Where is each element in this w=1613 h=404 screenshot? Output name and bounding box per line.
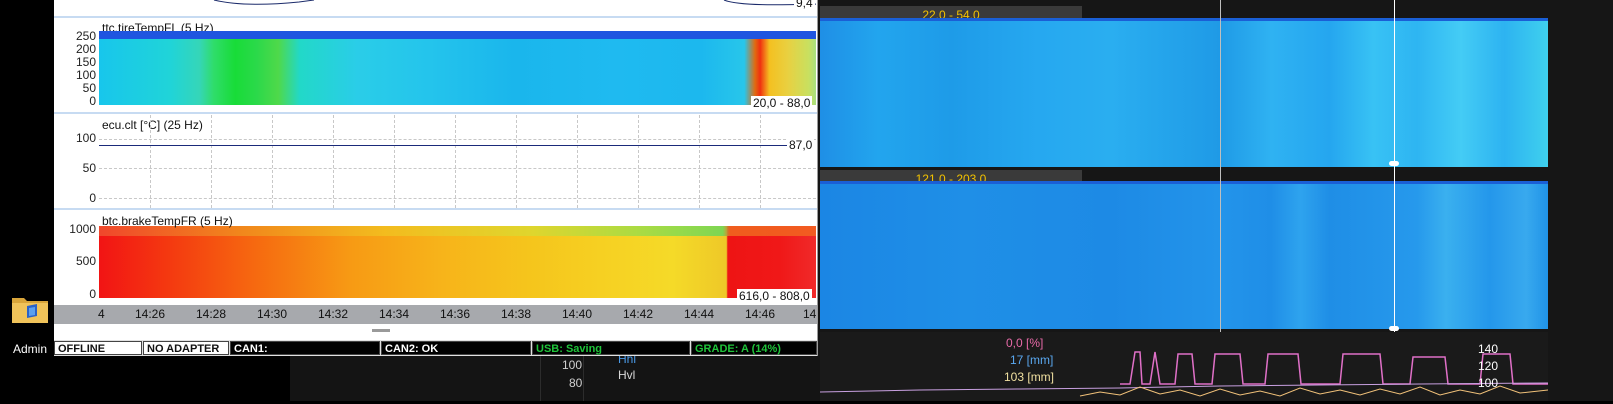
status-offline: OFFLINE <box>54 341 142 355</box>
desktop-admin-shortcut[interactable]: Admin <box>6 292 54 356</box>
status-adapter: NO ADAPTER <box>143 341 229 355</box>
grid-line <box>516 115 517 208</box>
bg-line-chart <box>819 332 1549 401</box>
time-tick: 14:34 <box>379 307 410 321</box>
time-tick: 14:46 <box>745 307 776 321</box>
y-tick: 250 <box>75 29 96 43</box>
status-grade: GRADE: A (14%) <box>691 341 817 355</box>
time-tick: 14:28 <box>196 307 227 321</box>
telemetry-window: 9,4 ttc.tireTempFL (5 Hz) 250 200 150 10… <box>54 0 820 356</box>
desktop-icon-label: Admin <box>12 342 47 356</box>
bg-readout-mm-2: 103 [mm] <box>1004 370 1055 384</box>
y-tick: 0 <box>89 191 96 205</box>
grid-line <box>638 115 639 208</box>
brake-temp-range: 616,0 - 808,0 <box>737 289 812 303</box>
y-tick: 50 <box>82 81 96 95</box>
y-tick: 50 <box>82 161 96 175</box>
time-tick: 14:40 <box>562 307 593 321</box>
panel-separator[interactable] <box>54 16 817 18</box>
status-bar: OFFLINE NO ADAPTER CAN1: CAN2: OK USB: S… <box>54 340 817 356</box>
status-can2: CAN2: OK <box>381 341 531 355</box>
grid-line <box>211 115 212 208</box>
y-tick: 150 <box>75 55 96 69</box>
grid-line <box>99 198 816 199</box>
bg-right-tick: 140 <box>1478 342 1499 356</box>
bg-readout-percent: 0,0 [%] <box>1006 336 1044 350</box>
time-tick: 14:32 <box>318 307 349 321</box>
top-strip-plot <box>99 0 820 16</box>
grid-line <box>760 115 761 208</box>
y-tick: 100 <box>75 131 96 145</box>
cursor-handle[interactable] <box>1389 326 1399 331</box>
grid-line <box>99 139 816 140</box>
time-tick: 4 <box>98 307 105 321</box>
y-tick: 0 <box>89 94 96 108</box>
y-tick: 100 <box>75 68 96 82</box>
brake-temp-title: btc.brakeTempFR (5 Hz) <box>102 214 233 228</box>
y-tick: 500 <box>75 254 96 268</box>
time-tick: 14:44 <box>684 307 715 321</box>
bg-left-tick: 80 <box>569 376 583 390</box>
y-tick: 200 <box>75 42 96 56</box>
time-tick: 14:30 <box>257 307 288 321</box>
cursor-handle[interactable] <box>1389 161 1399 166</box>
bg-legend-hvl: Hvl <box>618 368 636 382</box>
resize-grip-icon[interactable] <box>372 329 390 332</box>
tire-temp-range: 20,0 - 88,0 <box>751 96 813 110</box>
grid-line <box>99 168 816 169</box>
grid-line <box>150 115 151 208</box>
tire-temp-heatmap[interactable] <box>99 32 816 105</box>
time-tick: 14 <box>803 307 817 321</box>
bg-right-tick: 100 <box>1478 376 1499 390</box>
time-tick: 14:42 <box>623 307 654 321</box>
time-tick: 14:36 <box>440 307 471 321</box>
grid-line <box>333 115 334 208</box>
bg-left-tick: 100 <box>562 358 583 372</box>
top-strip-value: 9,4 <box>794 0 815 10</box>
grid-line <box>455 115 456 208</box>
y-tick: 1000 <box>69 222 96 236</box>
y-tick: 0 <box>89 287 96 301</box>
brake-temp-heatmap[interactable] <box>99 226 816 298</box>
time-tick: 14:26 <box>135 307 166 321</box>
bg-gridline <box>1220 0 1221 337</box>
bg-cursor-line[interactable] <box>1394 0 1395 337</box>
bg-heatmap-mid <box>820 181 1548 329</box>
bg-right-tick: 120 <box>1478 359 1499 373</box>
grid-line <box>699 115 700 208</box>
tire-temp-upper-band <box>99 31 816 39</box>
status-can1: CAN1: <box>230 341 380 355</box>
folder-icon <box>10 292 50 323</box>
panel-separator[interactable] <box>54 208 817 210</box>
clt-value: 87,0 <box>787 138 815 152</box>
time-tick: 14:38 <box>501 307 532 321</box>
clt-series-line <box>99 145 789 146</box>
time-axis[interactable]: 4 14:26 14:28 14:30 14:32 14:34 14:36 14… <box>54 305 817 324</box>
clt-plot-area[interactable] <box>99 115 816 208</box>
grid-line <box>394 115 395 208</box>
status-usb: USB: Saving <box>532 341 690 355</box>
bg-readout-mm-1: 17 [mm] <box>1010 353 1054 367</box>
grid-line <box>272 115 273 208</box>
grid-line <box>577 115 578 208</box>
panel-separator[interactable] <box>54 112 817 114</box>
bg-heatmap-top <box>820 18 1548 167</box>
